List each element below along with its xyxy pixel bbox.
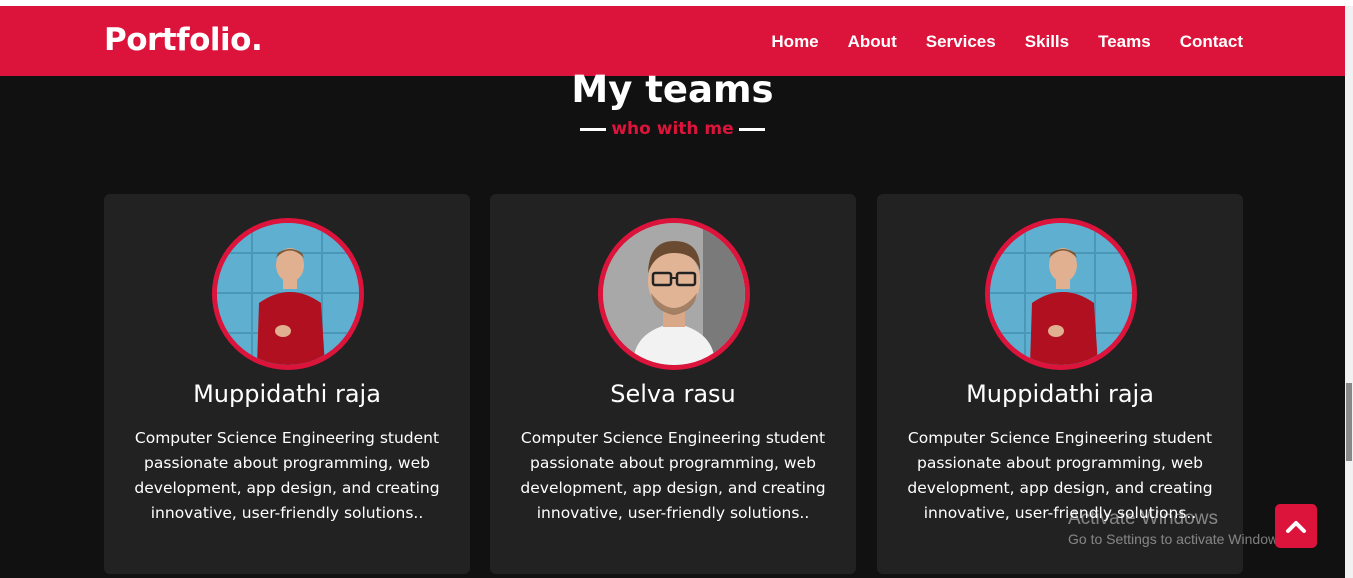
team-card: Selva rasu Computer Science Engineering … (490, 194, 856, 574)
team-card: Muppidathi raja Computer Science Enginee… (104, 194, 470, 574)
member-description: Computer Science Engineering student pas… (520, 429, 826, 522)
nav-about[interactable]: About (848, 32, 897, 52)
activate-windows-title: Activate Windows (1068, 508, 1218, 529)
subtitle-dash-right (738, 127, 765, 131)
nav-teams[interactable]: Teams (1098, 32, 1151, 52)
nav-contact[interactable]: Contact (1180, 32, 1243, 52)
man-red-sweater-photo (217, 223, 359, 365)
avatar (212, 218, 364, 370)
avatar (598, 218, 750, 370)
avatar (985, 218, 1137, 370)
member-name: Selva rasu (610, 380, 736, 408)
man-red-sweater-photo (990, 223, 1132, 365)
scroll-to-top-button[interactable] (1275, 504, 1317, 548)
subtitle-text: who with me (611, 119, 734, 139)
member-name: Muppidathi raja (966, 380, 1154, 408)
section-title: My teams (571, 68, 774, 111)
nav-home[interactable]: Home (771, 32, 818, 52)
activate-windows-hint: Go to Settings to activate Windows. (1068, 531, 1289, 547)
scrollbar-thumb[interactable] (1346, 383, 1352, 461)
navbar: Portfolio. Home About Services Skills Te… (0, 6, 1345, 76)
main-nav: Home About Services Skills Teams Contact (771, 32, 1243, 52)
member-name: Muppidathi raja (193, 380, 381, 408)
nav-skills[interactable]: Skills (1025, 32, 1069, 52)
man-glasses-photo (603, 223, 745, 365)
chevron-up-icon (1286, 521, 1306, 533)
subtitle-dash-left (580, 127, 607, 131)
member-description: Computer Science Engineering student pas… (134, 429, 440, 522)
nav-services[interactable]: Services (926, 32, 996, 52)
scrollbar-track[interactable] (1345, 6, 1353, 578)
logo[interactable]: Portfolio. (104, 22, 263, 58)
section-subtitle: who with me (0, 119, 1345, 139)
